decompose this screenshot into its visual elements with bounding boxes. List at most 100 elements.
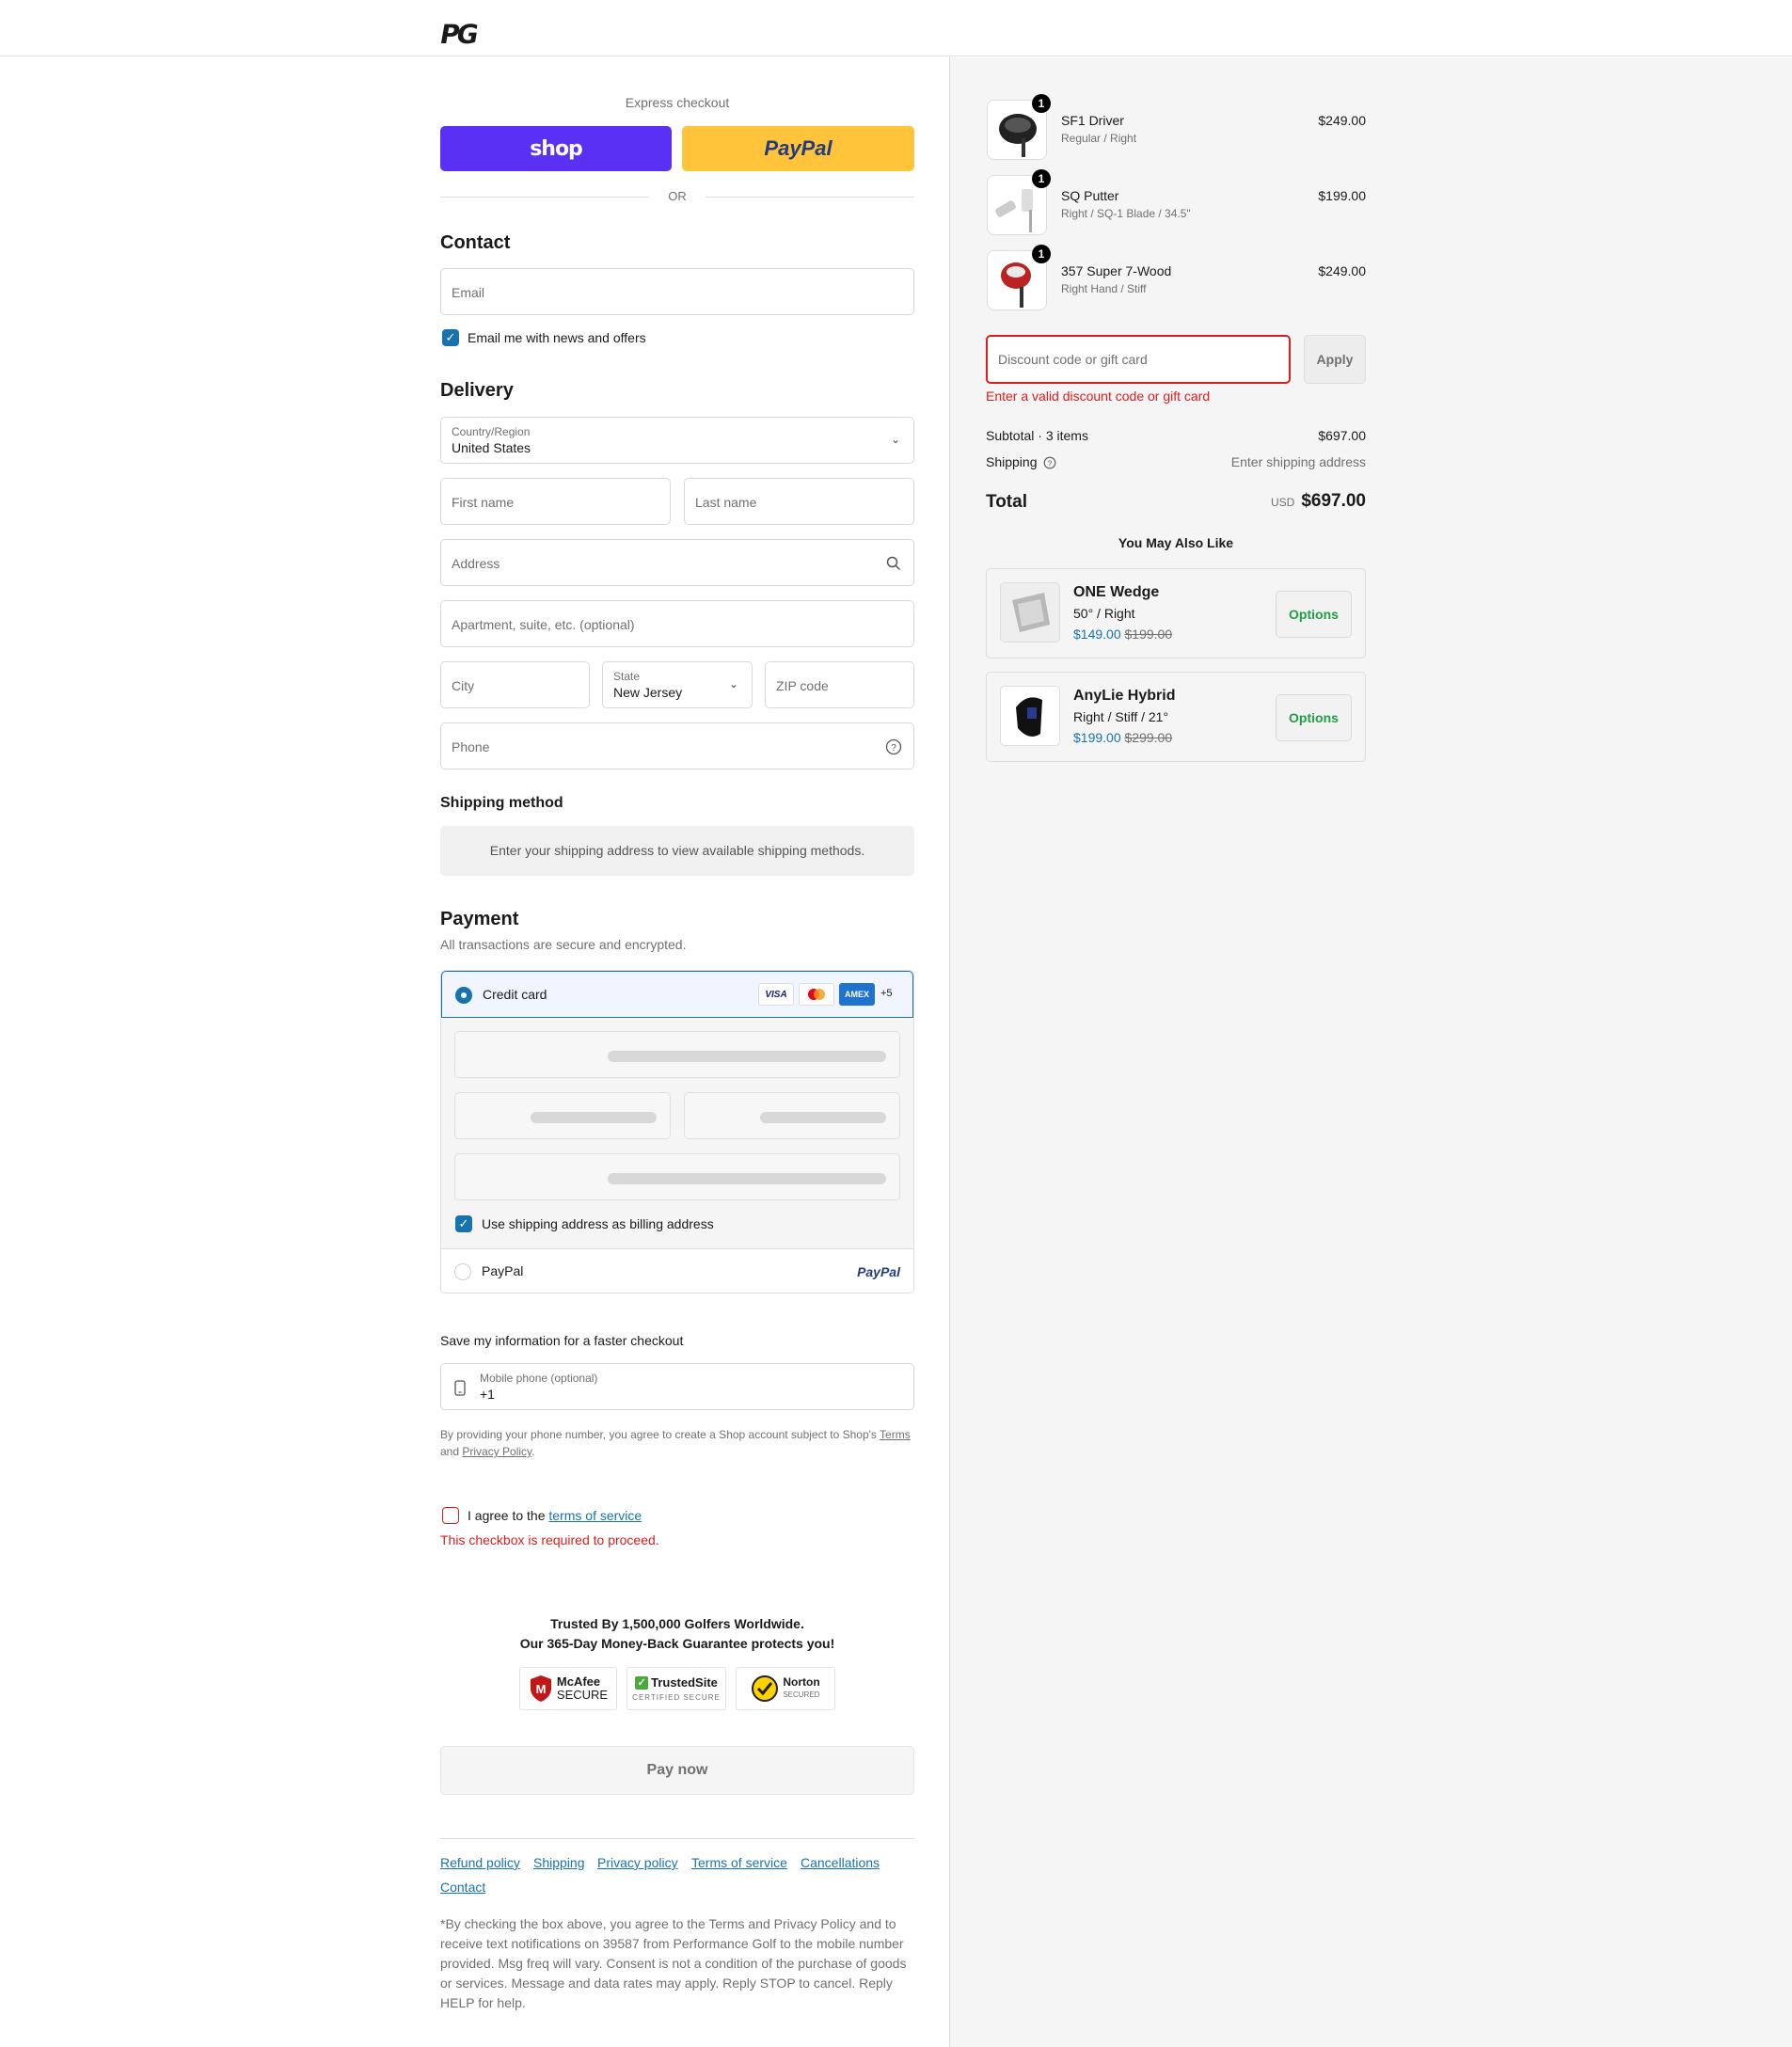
item-name: SQ Putter	[1061, 188, 1119, 203]
save-info-heading: Save my information for a faster checkou…	[440, 1333, 684, 1348]
address-field[interactable]: Address	[440, 539, 914, 586]
paypal-logo: PayPal	[857, 1264, 900, 1279]
security-code-field-loading[interactable]	[684, 1092, 900, 1139]
mobile-phone-field[interactable]: Mobile phone (optional) +1	[440, 1363, 914, 1410]
expiry-field-loading[interactable]	[454, 1092, 671, 1139]
last-name-placeholder: Last name	[695, 495, 757, 510]
payment-subtitle: All transactions are secure and encrypte…	[440, 937, 687, 952]
terms-agree-text: I agree to the terms of service	[468, 1508, 642, 1523]
trustedsite-sub: CERTIFIED SECURE	[632, 1693, 721, 1702]
email-field[interactable]: Email	[440, 268, 914, 315]
amex-icon: AMEX	[839, 983, 875, 1006]
mobile-phone-label: Mobile phone (optional)	[480, 1372, 598, 1385]
paypal-option-label: PayPal	[482, 1263, 524, 1278]
item-variant: Right / SQ-1 Blade / 34.5"	[1061, 207, 1191, 220]
terms-agree-prefix: I agree to the	[468, 1508, 546, 1523]
footer-disclaimer: *By checking the box above, you agree to…	[440, 1916, 907, 2010]
discount-code-input[interactable]: Discount code or gift card	[986, 335, 1291, 384]
norton-label: Norton	[783, 1675, 820, 1689]
item-price: $249.00	[1318, 263, 1366, 278]
contact-link[interactable]: Contact	[440, 1880, 485, 1895]
newsletter-label: Email me with news and offers	[468, 330, 646, 345]
terms-of-service-footer-link[interactable]: Terms of service	[691, 1855, 787, 1870]
help-icon[interactable]: ?	[885, 738, 902, 755]
first-name-field[interactable]: First name	[440, 478, 671, 525]
upsell-compare-price: $299.00	[1124, 730, 1173, 745]
country-value: United States	[452, 440, 531, 455]
last-name-field[interactable]: Last name	[684, 478, 914, 525]
mcafee-label: McAfee	[556, 1674, 601, 1689]
credit-card-option[interactable]: Credit card VISA AMEX +5	[441, 971, 913, 1018]
terms-checkbox[interactable]	[442, 1507, 459, 1524]
shipping-policy-link[interactable]: Shipping	[533, 1855, 585, 1870]
shipping-label: Shipping	[986, 454, 1038, 469]
phone-placeholder: Phone	[452, 739, 490, 754]
phone-field[interactable]: Phone ?	[440, 722, 914, 770]
divider	[440, 197, 649, 198]
billing-address-checkbox[interactable]: ✓	[455, 1215, 472, 1232]
mcafee-secure-badge: M McAfee SECURE	[519, 1667, 617, 1710]
upsell-prices: $199.00 $299.00	[1073, 730, 1172, 745]
paypal-option[interactable]: PayPal PayPal	[441, 1248, 913, 1293]
mcafee-shield-icon: M	[530, 1675, 551, 1702]
quantity-badge: 1	[1032, 169, 1051, 188]
refund-policy-link[interactable]: Refund policy	[440, 1855, 520, 1870]
norton-sub: SECURED	[783, 1690, 820, 1699]
svg-text:?: ?	[891, 743, 896, 754]
shop-pay-button[interactable]: shop	[440, 126, 672, 171]
shipping-method-heading: Shipping method	[440, 795, 563, 811]
shop-terms-link[interactable]: Terms	[880, 1428, 911, 1441]
shop-legal-text: By providing your phone number, you agre…	[440, 1426, 914, 1460]
item-name: 357 Super 7-Wood	[1061, 263, 1172, 278]
quantity-badge: 1	[1032, 245, 1051, 263]
cancellations-link[interactable]: Cancellations	[801, 1855, 880, 1870]
apartment-placeholder: Apartment, suite, etc. (optional)	[452, 617, 635, 632]
upsell-options-button[interactable]: Options	[1276, 591, 1352, 638]
product-image-one-wedge	[1000, 582, 1060, 643]
order-summary: 1 SF1 Driver Regular / Right $249.00 1 S…	[986, 57, 1366, 810]
divider	[706, 197, 914, 198]
delivery-heading: Delivery	[440, 380, 514, 401]
payment-heading: Payment	[440, 909, 519, 929]
shipping-info-icon[interactable]: ?	[1043, 456, 1056, 469]
subtotal-value: $697.00	[1318, 428, 1366, 443]
pg-logo[interactable]: PG	[437, 19, 478, 50]
or-separator: OR	[649, 189, 706, 203]
total-amount: USD $697.00	[1271, 491, 1366, 512]
apply-discount-button[interactable]: Apply	[1304, 335, 1366, 384]
item-variant: Regular / Right	[1061, 132, 1137, 145]
shop-legal-and: and	[440, 1445, 460, 1458]
state-select[interactable]: State New Jersey ⌄	[602, 661, 753, 708]
privacy-policy-link[interactable]: Privacy policy	[597, 1855, 678, 1870]
currency-code: USD	[1270, 496, 1295, 509]
upsell-options-button[interactable]: Options	[1276, 694, 1352, 741]
card-number-field-loading[interactable]	[454, 1031, 900, 1078]
more-cards-badge: +5	[880, 988, 893, 999]
total-label: Total	[986, 492, 1027, 512]
upsell-variant: 50° / Right	[1073, 606, 1135, 621]
trustedsite-badge: ✓ TrustedSite CERTIFIED SECURE	[626, 1667, 726, 1710]
paypal-radio[interactable]	[454, 1263, 471, 1280]
pay-now-button[interactable]: Pay now	[440, 1746, 914, 1795]
express-checkout-title: Express checkout	[625, 95, 730, 110]
apartment-field[interactable]: Apartment, suite, etc. (optional)	[440, 600, 914, 647]
city-field[interactable]: City	[440, 661, 590, 708]
item-name: SF1 Driver	[1061, 113, 1124, 128]
shop-privacy-link[interactable]: Privacy Policy	[462, 1445, 531, 1458]
paypal-express-button[interactable]: PayPal	[682, 126, 914, 171]
norton-check-icon	[752, 1675, 779, 1702]
mobile-phone-icon	[454, 1380, 466, 1396]
credit-card-radio[interactable]	[455, 987, 472, 1004]
zip-field[interactable]: ZIP code	[765, 661, 914, 708]
country-select[interactable]: Country/Region United States ⌄	[440, 417, 914, 464]
paypal-logo: PayPal	[764, 136, 833, 160]
payment-methods: Credit card VISA AMEX +5 ✓ Use shipping …	[440, 970, 914, 1293]
newsletter-checkbox[interactable]: ✓	[442, 329, 459, 346]
state-value: New Jersey	[613, 685, 683, 700]
name-on-card-field-loading[interactable]	[454, 1153, 900, 1200]
upsell-card: AnyLie Hybrid Right / Stiff / 21° $199.0…	[986, 672, 1366, 762]
visa-icon: VISA	[758, 983, 794, 1006]
discount-error: Enter a valid discount code or gift card	[986, 389, 1211, 404]
terms-of-service-link[interactable]: terms of service	[548, 1508, 642, 1523]
search-icon	[886, 556, 901, 571]
